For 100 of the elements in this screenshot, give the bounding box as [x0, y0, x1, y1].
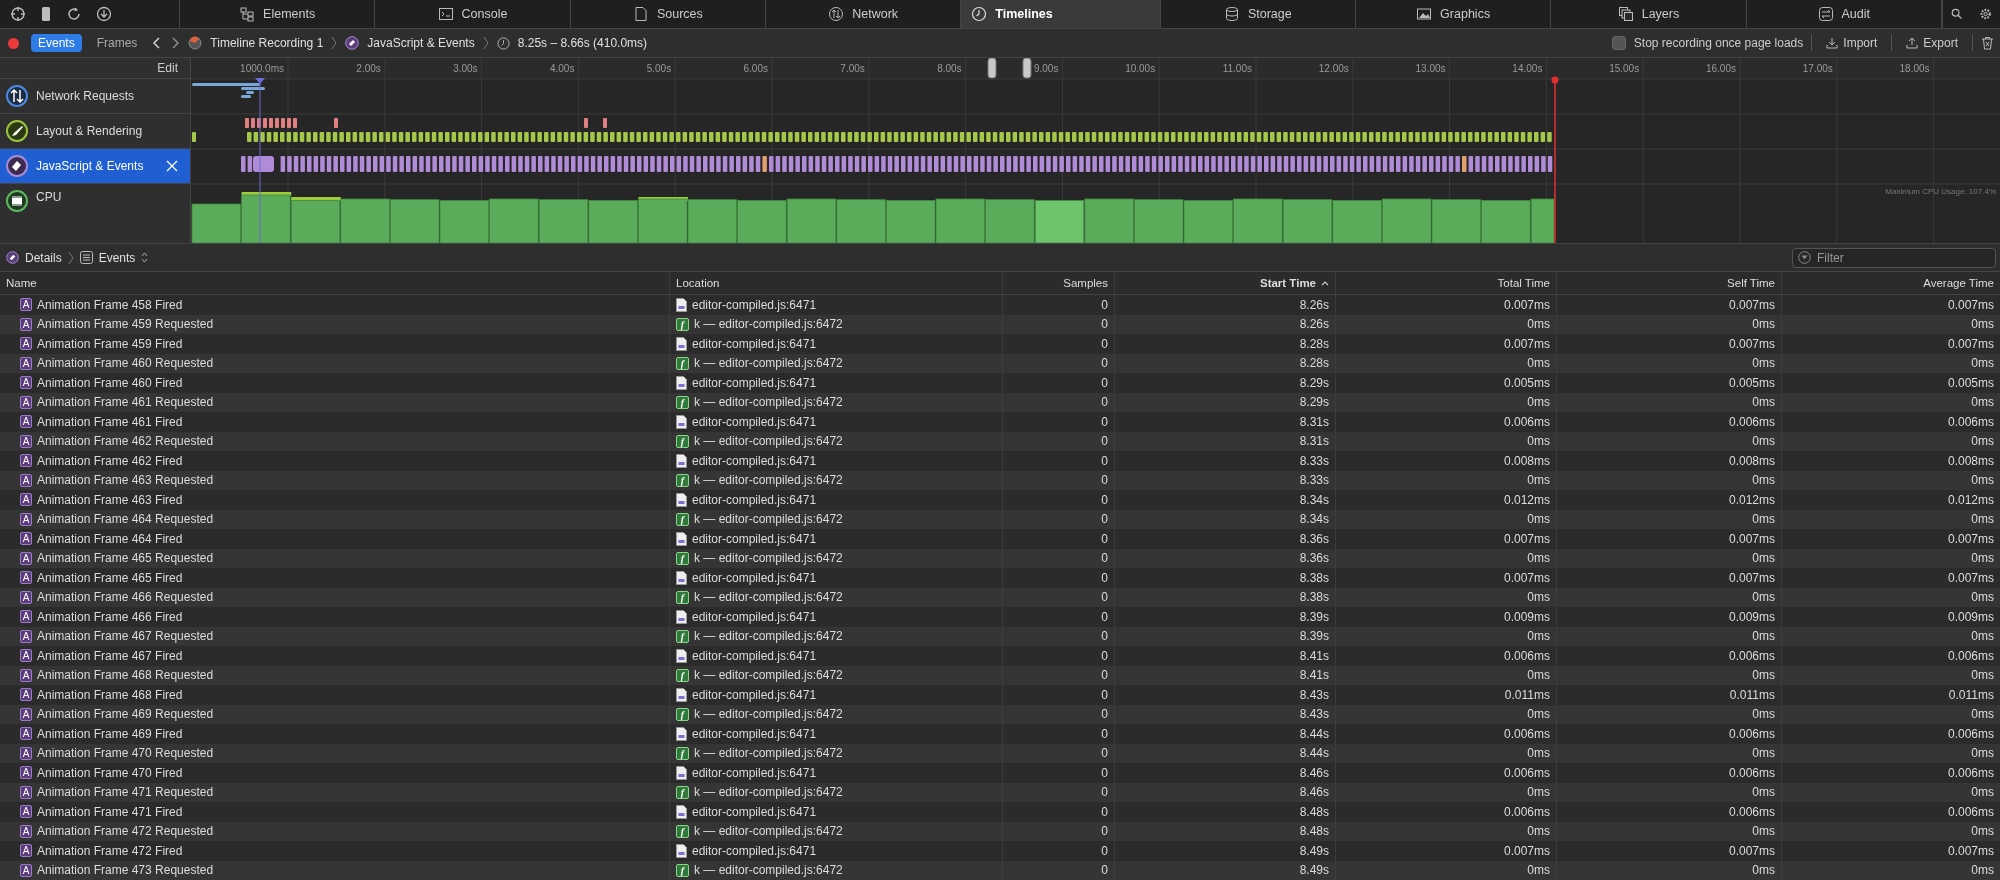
selection-handle[interactable]	[987, 58, 997, 79]
updown-caret-icon[interactable]	[141, 252, 149, 263]
forward-icon[interactable]	[170, 36, 181, 50]
record-type-icon: A	[20, 824, 32, 838]
ruler-label: 4.00s	[549, 63, 575, 74]
column-header[interactable]: Name	[0, 272, 670, 294]
import-button[interactable]: Import	[1820, 35, 1884, 51]
tab[interactable]: Layers	[1551, 0, 1747, 28]
track-name: JavaScript & Events	[36, 159, 145, 173]
table-cell: editor-compiled.js:6471	[692, 336, 817, 351]
table-cell: 8.36s	[1299, 551, 1329, 566]
record-type-icon: A	[20, 551, 32, 565]
column-header[interactable]: Self Time	[1557, 272, 1782, 294]
edit-button[interactable]: Edit	[157, 61, 178, 75]
selection-handle[interactable]	[1022, 58, 1032, 79]
table-cell: 0ms	[1971, 590, 1994, 605]
table-cell: 0.009ms	[1503, 609, 1550, 624]
script-icon	[6, 251, 19, 264]
ruler-label: 6.00s	[743, 63, 768, 74]
close-icon[interactable]	[166, 160, 178, 172]
table-cell: 0ms	[1527, 707, 1550, 722]
tab[interactable]: Storage	[1160, 0, 1356, 28]
table-cell: 0ms	[1752, 590, 1775, 605]
record-type-icon: A	[20, 805, 32, 819]
table-cell: 0.005ms	[1503, 375, 1550, 390]
tab[interactable]: Elements	[180, 0, 376, 28]
table-cell: Animation Frame 462 Fired	[37, 453, 183, 468]
table-cell: Animation Frame 468 Fired	[37, 687, 183, 702]
filter-field[interactable]: Filter	[1792, 247, 1996, 268]
column-header[interactable]: Start Time	[1115, 272, 1336, 294]
back-icon[interactable]	[152, 36, 163, 50]
breadcrumb-item[interactable]: Timeline Recording 1	[210, 36, 324, 50]
ruler-label: 17.00s	[1802, 63, 1833, 74]
table-cell: editor-compiled.js:6471	[692, 726, 817, 741]
ruler-label: 10.00s	[1125, 63, 1156, 74]
tab[interactable]: Graphics	[1355, 0, 1552, 28]
table-cell: 0.006ms	[1728, 765, 1775, 780]
table-cell: editor-compiled.js:6471	[692, 570, 817, 585]
export-button[interactable]: Export	[1900, 35, 1964, 51]
trash-icon[interactable]	[1981, 36, 1994, 50]
table-cell: k — editor-compiled.js:6472	[694, 824, 843, 839]
table-cell: editor-compiled.js:6471	[692, 687, 817, 702]
table-cell: k — editor-compiled.js:6472	[694, 629, 843, 644]
table-cell: 8.34s	[1299, 512, 1329, 527]
table-cell: 0ms	[1527, 473, 1550, 488]
record-type-icon: A	[20, 766, 32, 780]
mode-toggle[interactable]: Events	[31, 34, 82, 52]
table-cell: 0.006ms	[1728, 648, 1775, 663]
track-row[interactable]: Network Requests	[0, 79, 190, 114]
script-icon	[6, 155, 28, 177]
checkbox[interactable]	[1611, 36, 1626, 50]
column-header[interactable]: Average Time	[1782, 272, 2000, 294]
table-cell: 8.34s	[1299, 492, 1329, 507]
column-header[interactable]: Total Time	[1336, 272, 1557, 294]
tab[interactable]: Timelines	[961, 0, 1161, 28]
reload-icon[interactable]	[66, 6, 82, 22]
track-row[interactable]: CPU	[0, 184, 190, 243]
table-cell: 0ms	[1971, 551, 1994, 566]
breadcrumb-item[interactable]: Events	[98, 250, 136, 265]
ruler-label: 12.00s	[1318, 63, 1349, 74]
table-cell: Animation Frame 461 Fired	[37, 414, 183, 429]
column-header[interactable]: Location	[670, 272, 1003, 294]
file-icon	[676, 492, 687, 507]
ruler-label: 18.00s	[1899, 63, 1930, 74]
table-cell: 0.007ms	[1728, 336, 1775, 351]
breadcrumb-item[interactable]: Details	[25, 250, 62, 265]
table-cell: 0ms	[1971, 317, 1994, 332]
tab[interactable]: Sources	[570, 0, 766, 28]
playhead[interactable]	[1551, 76, 1559, 243]
device-icon[interactable]	[40, 6, 52, 22]
arrows-icon	[6, 85, 28, 107]
table-cell: 0ms	[1752, 473, 1775, 488]
table-cell: 8.39s	[1299, 629, 1329, 644]
track-row[interactable]: JavaScript & Events	[0, 149, 190, 184]
breadcrumb-item[interactable]: 8.25s – 8.66s (410.0ms)	[517, 36, 648, 50]
table-cell: 0.012ms	[1728, 492, 1775, 507]
breadcrumb-item[interactable]: JavaScript & Events	[367, 36, 475, 50]
record-button[interactable]	[8, 37, 19, 49]
table-cell: k — editor-compiled.js:6472	[694, 551, 843, 566]
tab[interactable]: Audit	[1746, 0, 1942, 28]
table-cell: 0.007ms	[1503, 531, 1550, 546]
record-type-icon: A	[20, 844, 32, 858]
record-type-icon: A	[20, 590, 32, 604]
settings-icon[interactable]	[1978, 6, 1992, 22]
table-cell: 0ms	[1752, 395, 1775, 410]
chevron-icon	[67, 250, 74, 265]
table-cell: 8.43s	[1299, 707, 1329, 722]
table-cell: 0.007ms	[1728, 297, 1775, 312]
record-type-icon: A	[20, 532, 32, 546]
table-cell: 0	[1101, 395, 1108, 410]
table-cell: 0.008ms	[1947, 453, 1994, 468]
tab[interactable]: Console	[375, 0, 571, 28]
table-cell: 0ms	[1527, 746, 1550, 761]
mode-toggle[interactable]: Frames	[89, 34, 145, 52]
search-icon[interactable]	[1950, 7, 1963, 21]
column-header[interactable]: Samples	[1003, 272, 1115, 294]
crosshair-icon[interactable]	[10, 6, 26, 22]
table-cell: editor-compiled.js:6471	[692, 843, 817, 858]
table-cell: 0	[1101, 824, 1108, 839]
download-icon[interactable]	[96, 6, 112, 22]
